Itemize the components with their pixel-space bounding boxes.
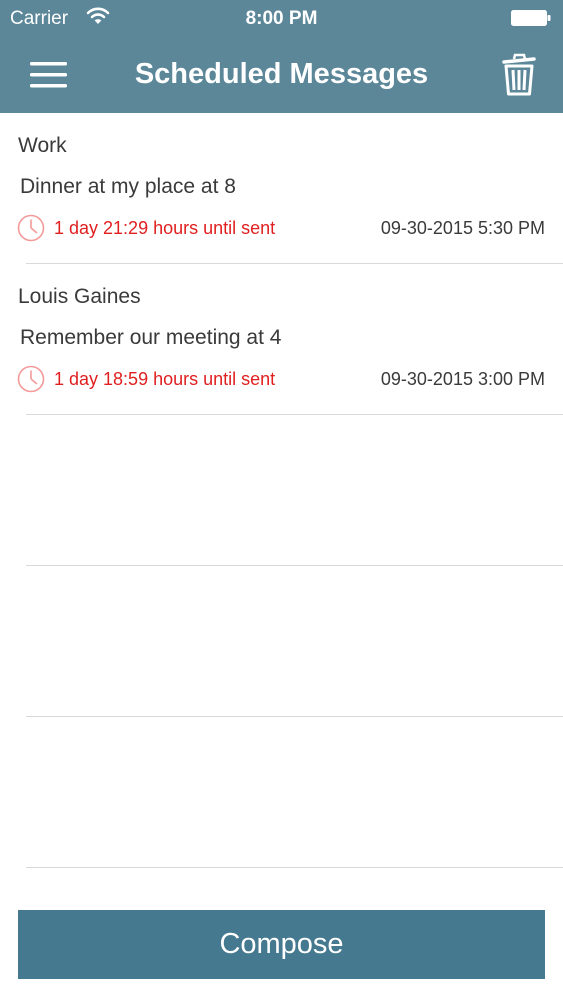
trash-icon — [502, 53, 536, 96]
send-time: 09-30-2015 3:00 PM — [380, 369, 545, 389]
empty-row — [0, 415, 563, 566]
status-bar: Carrier 8:00 PM — [0, 0, 563, 38]
page-title: Scheduled Messages — [134, 58, 429, 90]
clock-icon — [17, 365, 45, 393]
empty-row — [0, 566, 563, 717]
message-text: Dinner at my place at 8 — [20, 175, 236, 198]
battery-icon — [511, 10, 551, 26]
message-text: Remember our meeting at 4 — [20, 326, 282, 349]
countdown-text: 1 day 18:59 hours until sent — [54, 369, 276, 389]
scheduled-messages-list: Work Dinner at my place at 8 1 day 21:29… — [0, 113, 563, 868]
compose-button[interactable]: Compose — [18, 910, 545, 979]
list-item[interactable]: Work Dinner at my place at 8 1 day 21:29… — [0, 113, 563, 264]
empty-row — [0, 717, 563, 868]
countdown-text: 1 day 21:29 hours until sent — [54, 218, 276, 238]
row-divider — [26, 867, 563, 868]
clock-icon — [17, 214, 45, 242]
list-item[interactable]: Louis Gaines Remember our meeting at 4 1… — [0, 264, 563, 415]
delete-button[interactable] — [501, 52, 537, 96]
status-time: 8:00 PM — [245, 8, 318, 29]
send-time: 09-30-2015 5:30 PM — [380, 218, 545, 238]
app-header: Carrier 8:00 PM Scheduled Messages — [0, 0, 563, 113]
nav-bar: Scheduled Messages — [0, 38, 563, 113]
recipient-name: Work — [18, 134, 67, 157]
recipient-name: Louis Gaines — [18, 285, 141, 308]
